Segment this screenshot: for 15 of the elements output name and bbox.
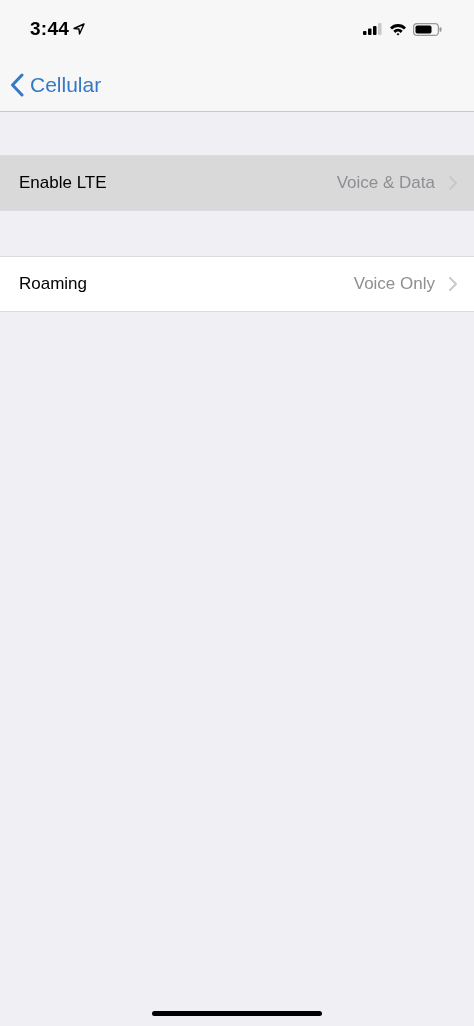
signal-icon xyxy=(363,23,383,35)
row-label: Roaming xyxy=(19,274,89,294)
home-indicator[interactable] xyxy=(152,1011,322,1016)
location-arrow-icon xyxy=(73,23,86,35)
row-value: Voice Only xyxy=(353,274,435,294)
wifi-icon xyxy=(389,22,407,36)
battery-icon xyxy=(413,22,442,36)
status-time: 3:44 xyxy=(30,18,70,40)
settings-row[interactable]: Enable LTE Voice & Data xyxy=(0,155,474,211)
row-label: Enable LTE xyxy=(19,173,108,193)
row-value: Voice & Data xyxy=(336,173,435,193)
back-button[interactable]: Cellular xyxy=(10,70,102,99)
settings-row[interactable]: Roaming Voice Only xyxy=(0,256,474,312)
chevron-left-icon xyxy=(10,72,24,97)
chevron-right-icon xyxy=(449,277,457,291)
